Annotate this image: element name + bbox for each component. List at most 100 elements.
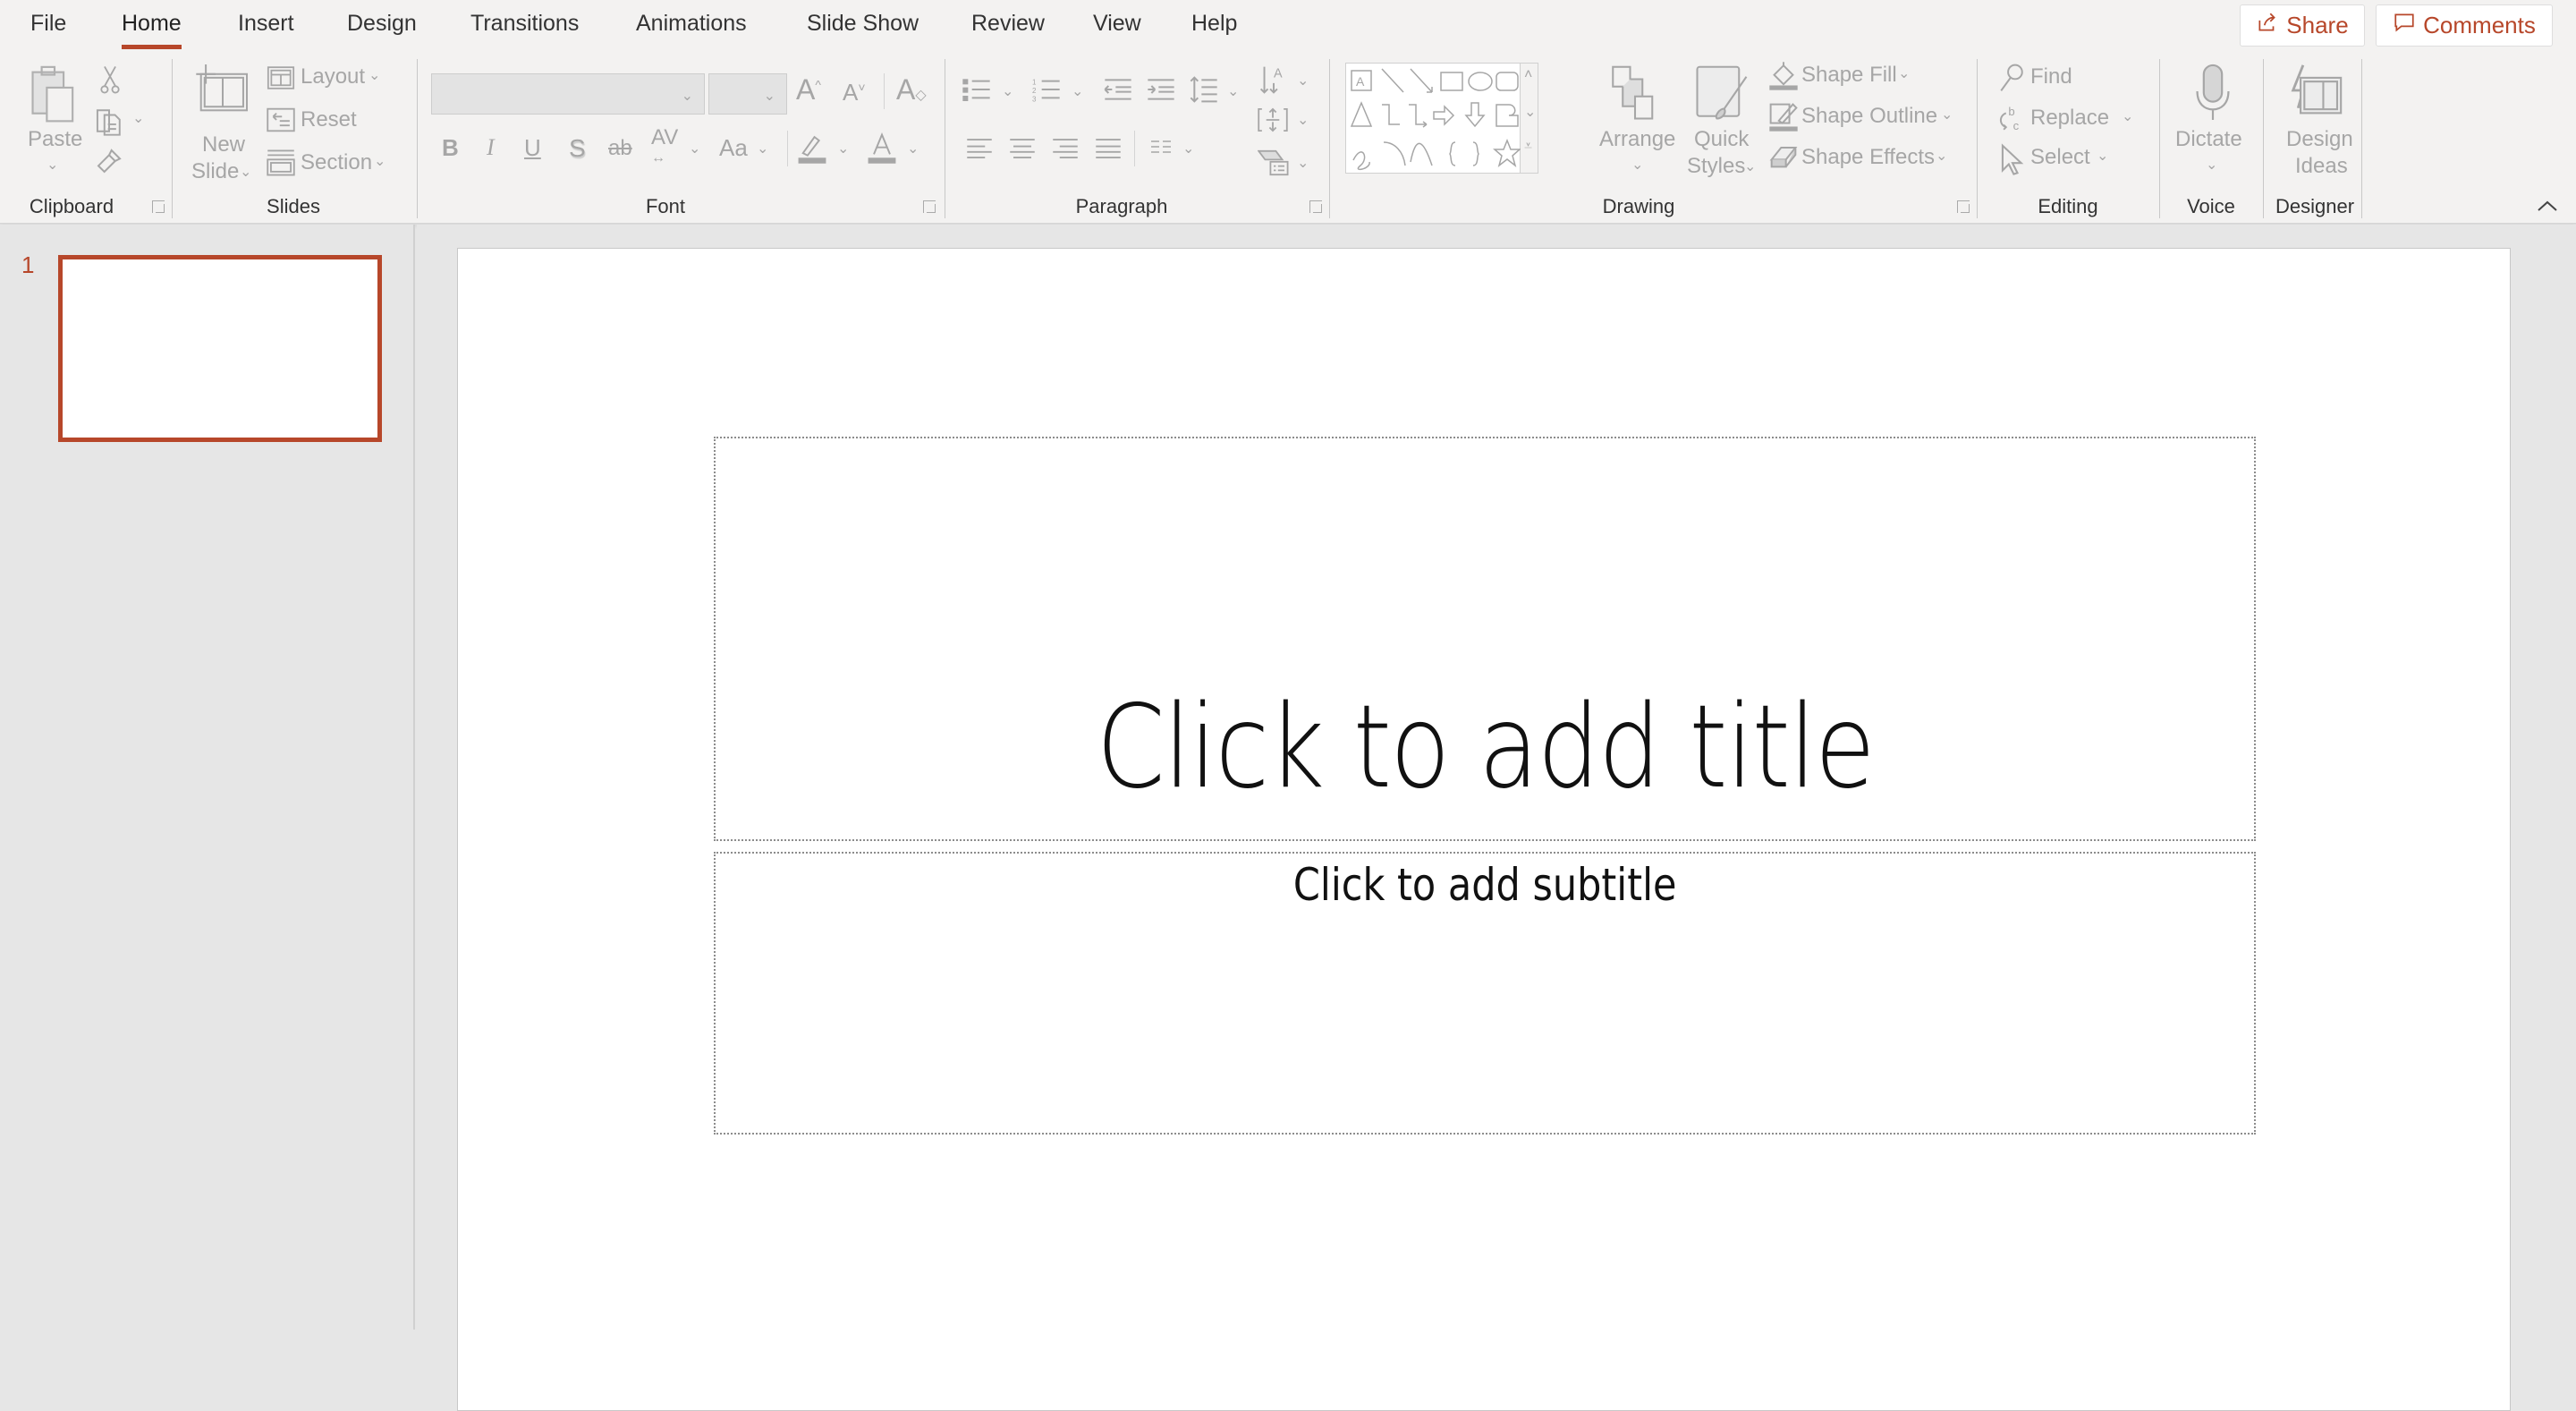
tab-file[interactable]: File <box>30 11 66 37</box>
reset-label[interactable]: Reset <box>301 107 357 132</box>
increase-font-size-icon[interactable]: A^ <box>796 73 821 106</box>
align-right-icon[interactable] <box>1052 136 1079 161</box>
paste-dropdown-icon[interactable]: ⌄ <box>47 156 58 174</box>
arrange-label[interactable]: Arrange <box>1599 127 1675 152</box>
tab-home[interactable]: Home <box>122 11 182 49</box>
design-ideas-label[interactable]: Design <box>2286 127 2353 152</box>
text-shadow-icon[interactable]: S <box>569 134 586 163</box>
align-text-icon[interactable] <box>1258 106 1288 134</box>
new-slide-icon[interactable] <box>195 64 250 113</box>
font-name-combobox[interactable]: ⌄ <box>431 73 705 115</box>
bold-icon[interactable]: B <box>442 134 459 162</box>
quick-styles-label-2[interactable]: Styles <box>1687 154 1745 179</box>
find-label[interactable]: Find <box>2030 64 2072 89</box>
arrange-icon[interactable] <box>1610 64 1660 123</box>
shapes-gallery[interactable]: A <box>1345 63 1521 174</box>
replace-label[interactable]: Replace <box>2030 106 2109 131</box>
underline-icon[interactable]: U <box>524 134 541 162</box>
clipboard-launcher-icon[interactable] <box>152 200 165 213</box>
numbering-icon[interactable]: 123 <box>1032 77 1061 102</box>
decrease-indent-icon[interactable] <box>1104 77 1132 102</box>
tab-animations[interactable]: Animations <box>636 11 747 37</box>
paste-label[interactable]: Paste <box>28 127 82 152</box>
new-slide-label[interactable]: New <box>202 132 245 157</box>
columns-icon[interactable] <box>1150 140 1172 154</box>
font-launcher-icon[interactable] <box>923 200 936 213</box>
title-placeholder[interactable]: Click to add title <box>714 437 2256 841</box>
tab-help[interactable]: Help <box>1191 11 1237 37</box>
select-pointer-icon[interactable] <box>2000 143 2025 175</box>
clear-formatting-icon[interactable]: A◇ <box>896 73 927 106</box>
numbering-dropdown-icon[interactable]: ⌄ <box>1072 82 1083 100</box>
shape-fill-label[interactable]: Shape Fill <box>1801 63 1897 88</box>
change-case-dropdown-icon[interactable]: ⌄ <box>757 140 768 157</box>
copy-icon[interactable] <box>95 106 123 136</box>
text-direction-dropdown-icon[interactable]: ⌄ <box>1297 72 1309 89</box>
dictate-dropdown-icon[interactable]: ⌄ <box>2206 156 2217 174</box>
change-case-icon[interactable]: Aa <box>719 134 748 162</box>
shape-effects-icon[interactable] <box>1769 145 1798 172</box>
copy-dropdown-icon[interactable]: ⌄ <box>132 109 144 127</box>
line-spacing-icon[interactable] <box>1190 75 1218 104</box>
gallery-scroll-down-icon[interactable]: ⌄ <box>1524 103 1536 121</box>
tab-insert[interactable]: Insert <box>238 11 294 37</box>
design-ideas-icon[interactable] <box>2288 63 2343 118</box>
section-dropdown-icon[interactable]: ⌄ <box>374 152 386 170</box>
replace-dropdown-icon[interactable]: ⌄ <box>2122 107 2133 125</box>
font-size-combobox[interactable]: ⌄ <box>708 73 787 115</box>
drawing-launcher-icon[interactable] <box>1957 200 1970 213</box>
smartart-dropdown-icon[interactable]: ⌄ <box>1297 154 1309 172</box>
quick-styles-dropdown-icon[interactable]: ⌄ <box>1744 157 1756 175</box>
tab-view[interactable]: View <box>1093 11 1141 37</box>
select-label[interactable]: Select <box>2030 145 2090 170</box>
paste-icon[interactable] <box>29 64 80 129</box>
layout-icon[interactable] <box>267 66 295 89</box>
character-spacing-dropdown-icon[interactable]: ⌄ <box>689 140 700 157</box>
collapse-ribbon-icon[interactable] <box>2535 197 2560 215</box>
quick-styles-label[interactable]: Quick <box>1694 127 1749 152</box>
quick-styles-icon[interactable] <box>1694 64 1750 123</box>
slide-thumbnail[interactable] <box>58 255 382 442</box>
find-icon[interactable] <box>1998 63 2025 93</box>
shape-fill-dropdown-icon[interactable]: ⌄ <box>1898 64 1910 82</box>
new-slide-label-2[interactable]: Slide <box>191 159 239 184</box>
bullets-dropdown-icon[interactable]: ⌄ <box>1002 82 1013 100</box>
justify-icon[interactable] <box>1095 136 1122 161</box>
highlight-dropdown-icon[interactable]: ⌄ <box>837 140 849 157</box>
cut-icon[interactable] <box>98 64 122 95</box>
shape-effects-label[interactable]: Shape Effects <box>1801 145 1935 170</box>
decrease-font-size-icon[interactable]: A˅ <box>843 79 866 106</box>
shape-outline-dropdown-icon[interactable]: ⌄ <box>1941 106 1953 123</box>
bullets-icon[interactable] <box>962 77 991 102</box>
share-button[interactable]: Share <box>2240 4 2365 47</box>
select-dropdown-icon[interactable]: ⌄ <box>2097 147 2108 165</box>
design-ideas-label-2[interactable]: Ideas <box>2295 154 2348 179</box>
shape-fill-icon[interactable] <box>1769 61 1798 91</box>
shape-outline-icon[interactable] <box>1769 102 1798 132</box>
section-label[interactable]: Section <box>301 150 372 175</box>
gallery-more-icon[interactable]: ⩡ <box>1524 139 1532 155</box>
align-text-dropdown-icon[interactable]: ⌄ <box>1297 111 1309 129</box>
line-spacing-dropdown-icon[interactable]: ⌄ <box>1227 82 1239 100</box>
italic-icon[interactable]: I <box>487 134 495 161</box>
font-color-dropdown-icon[interactable]: ⌄ <box>907 140 919 157</box>
comments-button[interactable]: Comments <box>2376 4 2553 47</box>
format-painter-icon[interactable] <box>95 147 123 175</box>
columns-dropdown-icon[interactable]: ⌄ <box>1182 140 1194 157</box>
tab-review[interactable]: Review <box>971 11 1045 37</box>
gallery-scroll-up-icon[interactable]: ˄ <box>1524 67 1532 83</box>
convert-to-smartart-icon[interactable] <box>1258 149 1290 177</box>
shape-effects-dropdown-icon[interactable]: ⌄ <box>1936 147 1947 165</box>
layout-label[interactable]: Layout <box>301 64 365 89</box>
strikethrough-icon[interactable]: ab <box>608 136 632 161</box>
dictate-label[interactable]: Dictate <box>2175 127 2242 152</box>
tab-slide-show[interactable]: Slide Show <box>807 11 919 37</box>
character-spacing-icon[interactable]: AV ↔ <box>651 127 678 167</box>
new-slide-dropdown-icon[interactable]: ⌄ <box>240 163 251 181</box>
tab-design[interactable]: Design <box>347 11 417 37</box>
font-color-icon[interactable] <box>868 132 896 165</box>
tab-transitions[interactable]: Transitions <box>470 11 579 37</box>
align-left-icon[interactable] <box>966 136 993 161</box>
section-icon[interactable] <box>267 149 295 177</box>
subtitle-placeholder[interactable]: Click to add subtitle <box>714 852 2256 1135</box>
